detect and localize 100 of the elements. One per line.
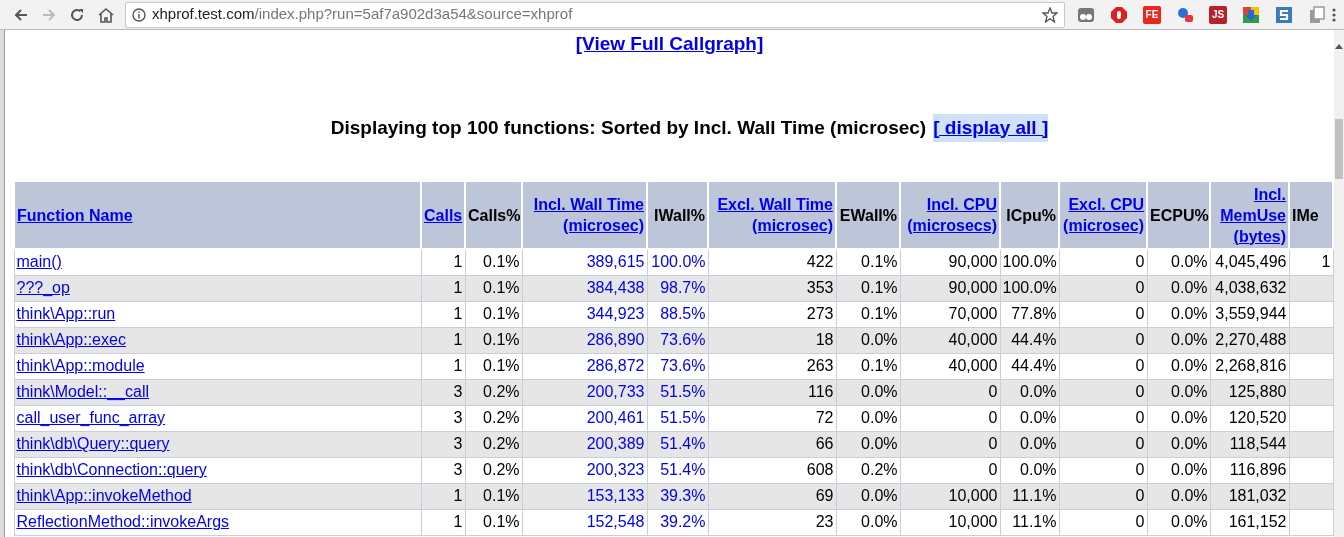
table-cell: 11.1% (1012, 513, 1057, 530)
table-cell: 90,000 (948, 279, 998, 296)
table-cell: 0.1% (861, 305, 898, 322)
table-cell: 161,152 (1228, 513, 1287, 530)
table-cell: 0.0% (1020, 461, 1057, 478)
column-header[interactable]: Incl. MemUse (bytes) (1210, 181, 1289, 249)
table-cell: 0 (988, 383, 998, 400)
table-cell: 200,461 (586, 409, 645, 426)
table-cell: 0.0% (1171, 435, 1208, 452)
table-cell: 0.0% (1171, 357, 1208, 374)
table-cell: 0.0% (1020, 383, 1057, 400)
table-cell: 263 (806, 357, 834, 374)
scroll-up-icon[interactable] (1335, 44, 1343, 49)
table-cell: 72 (815, 409, 834, 426)
table-cell: 0.0% (1171, 487, 1208, 504)
back-icon[interactable] (13, 6, 29, 23)
table-cell: 18 (815, 331, 834, 348)
function-link[interactable]: think\App::exec (16, 331, 126, 348)
table-cell: 77.8% (1011, 305, 1057, 322)
function-link[interactable]: main() (16, 253, 62, 271)
table-cell: 0.0% (861, 331, 898, 348)
table-cell: 0 (1135, 513, 1145, 530)
table-cell: 44.4% (1011, 331, 1057, 348)
table-cell: 0 (1135, 253, 1145, 271)
url-text: xhprof.test.com/index.php?run=5af7a902d3a54&source=xhprof (152, 4, 574, 25)
column-header[interactable]: Incl. Wall Time (microsec) (522, 181, 647, 249)
table-cell: 118,544 (1229, 435, 1287, 452)
table-cell: 70,000 (948, 305, 998, 322)
function-link[interactable]: think\App::run (16, 305, 116, 322)
s-logo-icon[interactable] (1275, 5, 1293, 24)
column-header: Calls% (465, 181, 522, 249)
table-cell: 3 (453, 409, 463, 426)
star-icon[interactable] (1042, 6, 1058, 23)
scroll-thumb[interactable] (1335, 119, 1343, 179)
table-cell: 389,615 (586, 253, 645, 271)
table-cell: 1 (453, 279, 463, 296)
table-cell: 422 (806, 253, 834, 271)
column-header[interactable]: Incl. CPU (microsecs) (900, 181, 1000, 249)
table-cell: 0 (1135, 279, 1145, 296)
table-cell: 1 (453, 253, 463, 271)
table-cell: 0 (1135, 383, 1145, 400)
address-bar[interactable]: xhprof.test.com/index.php?run=5af7a902d3a54&source=xhprof (125, 1, 1065, 28)
table-cell: 0.1% (861, 279, 898, 296)
table-cell: 0.2% (483, 383, 520, 400)
extension-icon[interactable]: FE (1143, 5, 1161, 24)
scrollbar[interactable] (1334, 30, 1344, 537)
table-cell: 1 (453, 513, 463, 530)
table-heading: Displaying top 100 functions: Sorted by Incl. Wall Time (microsec) (330, 115, 927, 140)
table-cell: 152,548 (586, 513, 645, 530)
home-icon[interactable] (97, 6, 115, 23)
copy-icon[interactable] (1308, 5, 1326, 24)
table-cell: 100.0% (1002, 253, 1057, 271)
table-cell: 51.4% (660, 461, 706, 478)
table-cell: 39.3% (660, 487, 706, 504)
eyes-icon[interactable] (1077, 5, 1095, 24)
table-cell: 0.0% (1171, 331, 1208, 348)
table-cell: 200,733 (586, 383, 645, 400)
table-cell: 0 (1135, 409, 1145, 426)
column-header[interactable]: Function Name (14, 181, 421, 249)
table-cell: 0.2% (861, 461, 898, 478)
table-cell: 0.0% (1171, 461, 1208, 478)
shapes-icon[interactable] (1176, 5, 1194, 24)
table-cell: 0.0% (1171, 383, 1208, 400)
table-cell: 88.5% (660, 305, 706, 322)
table-cell: 0 (988, 435, 998, 452)
table-cell: 1 (1321, 253, 1331, 271)
info-icon[interactable] (132, 7, 146, 22)
reload-icon[interactable] (69, 6, 85, 23)
table-cell: 153,133 (586, 487, 645, 504)
function-link[interactable]: ???_op (16, 279, 70, 296)
table-cell: 40,000 (948, 357, 998, 374)
table-cell: 0.1% (483, 279, 520, 296)
callgraph-link[interactable]: [View Full Callgraph] (575, 33, 764, 54)
display-all-link[interactable]: [ display all ] (933, 113, 1049, 142)
table-cell: 0.1% (483, 513, 520, 530)
column-header: IMe (1289, 181, 1333, 249)
table-cell: 0.1% (483, 357, 520, 374)
table-cell: 4,045,496 (1215, 253, 1287, 271)
table-cell: 98.7% (660, 279, 706, 296)
download-icon[interactable] (1242, 5, 1260, 24)
menu-icon[interactable] (1332, 6, 1336, 23)
table-cell: 51.4% (660, 435, 706, 452)
extension-icon[interactable]: JS (1209, 5, 1227, 24)
table-cell: 69 (815, 487, 834, 504)
stop-hand-icon[interactable] (1110, 5, 1128, 24)
table-cell: 2,270,488 (1215, 331, 1287, 348)
column-header[interactable]: Excl. Wall Time (microsec) (708, 181, 836, 249)
column-header: ECPU% (1147, 181, 1210, 249)
table-cell: 0.0% (1171, 253, 1208, 271)
table-cell: 51.5% (660, 383, 706, 400)
column-header[interactable]: Excl. CPU (microsec) (1059, 181, 1147, 249)
table-cell: 0.1% (483, 253, 520, 271)
table-cell: 44.4% (1011, 357, 1057, 374)
column-header[interactable]: Calls (421, 181, 465, 249)
table-cell: 1 (453, 331, 463, 348)
table-cell: 66 (815, 435, 834, 452)
table-cell: 0.2% (483, 435, 520, 452)
table-cell: 23 (815, 513, 834, 530)
table-cell: 4,038,632 (1215, 279, 1287, 296)
table-cell: 0 (1135, 487, 1145, 504)
